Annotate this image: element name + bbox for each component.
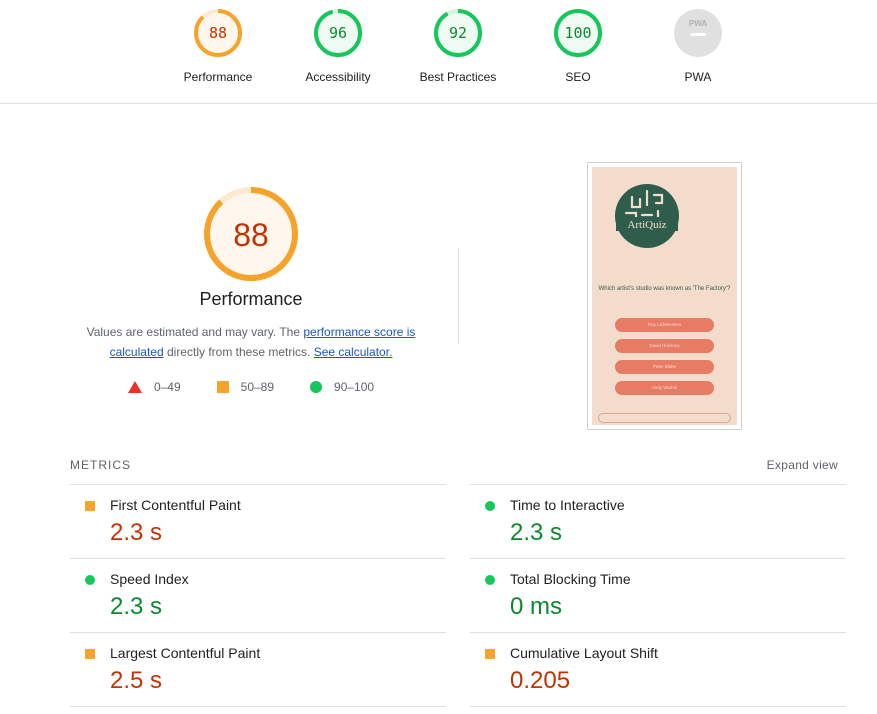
gauge-performance-ring: 88 bbox=[194, 9, 242, 57]
answer-button: David Hockney bbox=[615, 339, 714, 353]
pwa-badge-icon: PWA bbox=[674, 9, 722, 57]
performance-title: Performance bbox=[199, 289, 303, 309]
metric-value: 2.3 s bbox=[110, 593, 163, 620]
legend-fail: 0–49 bbox=[127, 380, 181, 394]
circle-icon bbox=[310, 381, 323, 393]
metric-value: 2.3 s bbox=[510, 519, 563, 546]
answer-button: Roy Lichtenstein bbox=[615, 318, 714, 332]
see-calculator-link[interactable]: See calculator. bbox=[314, 345, 393, 359]
square-icon bbox=[485, 649, 495, 659]
metric-value: 2.5 s bbox=[110, 667, 163, 694]
category-gauges: 88 Performance 96 Accessibility 92 Best … bbox=[0, 0, 877, 104]
metric-name: Total Blocking Time bbox=[510, 571, 631, 587]
gauge-accessibility[interactable]: 96 Accessibility bbox=[278, 8, 398, 84]
answer-button: Peter Blake bbox=[615, 360, 714, 374]
progress-bar bbox=[598, 413, 731, 423]
circle-icon bbox=[485, 575, 495, 585]
metric-name: Time to Interactive bbox=[510, 497, 625, 513]
metrics-bottom-border bbox=[470, 706, 846, 707]
quiz-question: Which artist's studio was known as 'The … bbox=[598, 286, 731, 292]
gauge-accessibility-score: 96 bbox=[329, 24, 347, 42]
performance-gauge-large: 88 bbox=[204, 187, 298, 281]
gauge-seo[interactable]: 100 SEO bbox=[518, 8, 638, 84]
metric-cumulative-layout-shift: Cumulative Layout Shift 0.205 bbox=[470, 632, 846, 706]
square-icon bbox=[85, 501, 95, 511]
desc-prefix: Values are estimated and may vary. The bbox=[86, 325, 304, 339]
desc-middle: directly from these metrics. bbox=[163, 345, 314, 359]
gauge-pwa[interactable]: PWA PWA bbox=[638, 8, 758, 84]
gauge-seo-ring: 100 bbox=[554, 9, 602, 57]
gauge-pwa-label: PWA bbox=[684, 70, 712, 84]
triangle-icon bbox=[127, 381, 142, 393]
metrics-title: METRICS bbox=[70, 458, 131, 472]
circle-icon bbox=[85, 575, 95, 585]
gauge-seo-label: SEO bbox=[565, 70, 591, 84]
gauge-accessibility-label: Accessibility bbox=[305, 70, 371, 84]
answer-button: Andy Warhol bbox=[615, 381, 714, 395]
metric-name: Cumulative Layout Shift bbox=[510, 645, 658, 661]
metrics-bottom-border bbox=[70, 706, 446, 707]
performance-description: Values are estimated and may vary. The p… bbox=[70, 322, 432, 362]
metric-time-to-interactive: Time to Interactive 2.3 s bbox=[470, 484, 846, 558]
gauge-best-practices-label: Best Practices bbox=[419, 70, 497, 84]
gauge-performance[interactable]: 88 Performance bbox=[158, 8, 278, 84]
legend-pass-range: 90–100 bbox=[334, 380, 375, 394]
gauge-seo-score: 100 bbox=[564, 24, 591, 42]
metric-first-contentful-paint: First Contentful Paint 2.3 s bbox=[70, 484, 446, 558]
score-legend: 0–49 50–89 90–100 bbox=[70, 380, 432, 394]
metric-total-blocking-time: Total Blocking Time 0 ms bbox=[470, 558, 846, 632]
gauge-accessibility-ring: 96 bbox=[314, 9, 362, 57]
pwa-badge-text: PWA bbox=[689, 19, 707, 28]
metric-speed-index: Speed Index 2.3 s bbox=[70, 558, 446, 632]
legend-pass: 90–100 bbox=[310, 380, 374, 394]
performance-summary: 88 Performance Values are estimated and … bbox=[70, 185, 432, 394]
legend-average-range: 50–89 bbox=[240, 380, 275, 394]
metric-name: Largest Contentful Paint bbox=[110, 645, 261, 661]
logo-text: ArtiQuiz bbox=[627, 219, 666, 231]
performance-score-large: 88 bbox=[233, 217, 269, 253]
vertical-divider bbox=[458, 248, 459, 344]
square-icon bbox=[216, 381, 229, 393]
gauge-performance-score: 88 bbox=[209, 24, 227, 42]
metric-name: First Contentful Paint bbox=[110, 497, 241, 513]
metric-value: 2.3 s bbox=[110, 519, 163, 546]
expand-view-toggle[interactable]: Expand view bbox=[767, 458, 838, 472]
final-screenshot[interactable]: ArtiQuiz Which artist's studio was known… bbox=[587, 162, 742, 430]
legend-average: 50–89 bbox=[216, 380, 275, 394]
gauge-best-practices[interactable]: 92 Best Practices bbox=[398, 8, 518, 84]
gauge-performance-label: Performance bbox=[183, 70, 253, 84]
metric-value: 0.205 bbox=[510, 667, 571, 694]
legend-fail-range: 0–49 bbox=[153, 380, 181, 394]
artiquiz-logo: ArtiQuiz bbox=[615, 184, 679, 248]
gauge-best-practices-ring: 92 bbox=[434, 9, 482, 57]
square-icon bbox=[85, 649, 95, 659]
gauge-best-practices-score: 92 bbox=[449, 24, 467, 42]
circle-icon bbox=[485, 501, 495, 511]
metric-name: Speed Index bbox=[110, 571, 189, 587]
metric-value: 0 ms bbox=[510, 593, 563, 620]
metrics-header: METRICS Expand view bbox=[70, 458, 846, 474]
screenshot-content: ArtiQuiz Which artist's studio was known… bbox=[592, 167, 737, 425]
metric-largest-contentful-paint: Largest Contentful Paint 2.5 s bbox=[70, 632, 446, 706]
